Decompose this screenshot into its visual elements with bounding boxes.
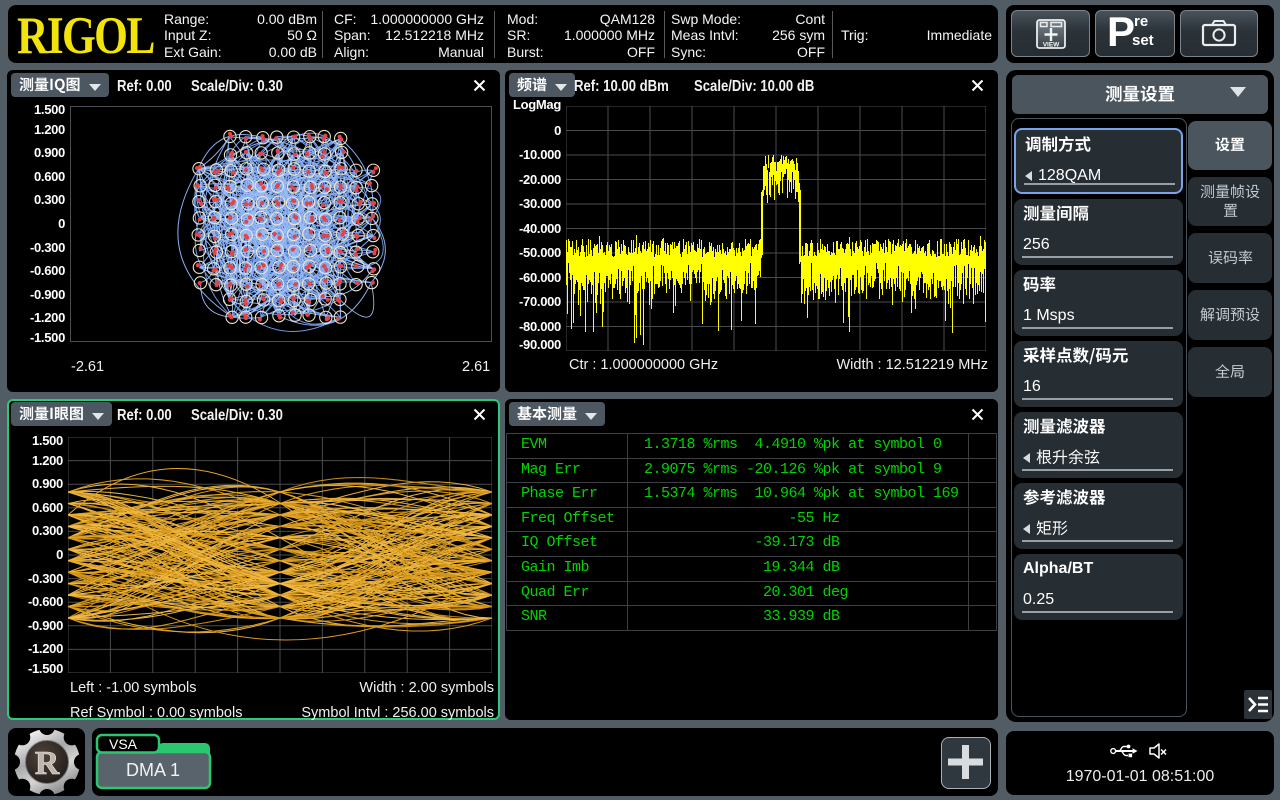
svg-text:R: R	[34, 745, 59, 782]
svg-text:DMA 1: DMA 1	[126, 760, 180, 780]
svg-text:VIEW: VIEW	[1042, 41, 1059, 48]
svg-text:VSA: VSA	[109, 736, 138, 752]
